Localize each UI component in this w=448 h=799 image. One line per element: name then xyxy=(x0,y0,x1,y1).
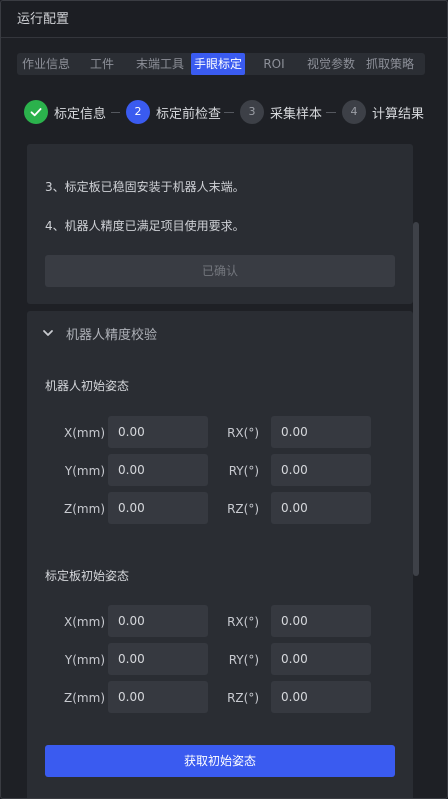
robot-accuracy-card: 机器人精度校验 机器人初始姿态 X(mm) 0.00 RX(°) 0.00 Y(… xyxy=(27,311,413,798)
board-rz-field[interactable]: 0.00 xyxy=(271,681,371,713)
tab-end-tool[interactable]: 末端工具 xyxy=(129,53,191,75)
step-connector xyxy=(111,112,120,113)
ry-label: RY(°) xyxy=(228,464,259,478)
board-y-field[interactable]: 0.00 xyxy=(108,643,208,675)
tab-grasp-strategy[interactable]: 抓取策略 xyxy=(359,53,421,75)
checklist-item: 3、标定板已稳固安装于机器人末端。 xyxy=(45,180,245,194)
calibration-content-scroll: 3、标定板已稳固安装于机器人末端。 4、机器人精度已满足项目使用要求。 已确认 … xyxy=(17,144,415,798)
z-label: Z(mm) xyxy=(64,691,105,705)
robot-z-field[interactable]: 0.00 xyxy=(108,492,208,524)
z-label: Z(mm) xyxy=(64,502,105,516)
rx-label: RX(°) xyxy=(227,615,259,629)
step-4-label: 计算结果 xyxy=(372,107,425,122)
rx-label: RX(°) xyxy=(227,426,259,440)
robot-pose-title: 机器人初始姿态 xyxy=(45,379,130,393)
robot-ry-field[interactable]: 0.00 xyxy=(271,454,371,486)
window-title: 运行配置 xyxy=(1,1,447,38)
step-2-number: 2 xyxy=(126,100,150,124)
robot-rx-field[interactable]: 0.00 xyxy=(271,416,371,448)
step-connector xyxy=(224,112,234,113)
rz-label: RZ(°) xyxy=(227,502,259,516)
scrollbar-thumb[interactable] xyxy=(413,222,419,576)
tab-workpiece[interactable]: 工件 xyxy=(75,53,129,75)
board-rx-field[interactable]: 0.00 xyxy=(271,605,371,637)
config-tabs: 作业信息 工件 末端工具 手眼标定 ROI 视觉参数 抓取策略 xyxy=(17,53,425,75)
ry-label: RY(°) xyxy=(228,653,259,667)
step-1-status xyxy=(24,100,48,124)
board-pose-title: 标定板初始姿态 xyxy=(45,569,130,583)
y-label: Y(mm) xyxy=(64,653,105,667)
robot-x-field[interactable]: 0.00 xyxy=(108,416,208,448)
step-4-number: 4 xyxy=(342,100,366,124)
board-x-field[interactable]: 0.00 xyxy=(108,605,208,637)
calibration-stepper: 标定信息 2 标定前检查 3 采集样本 4 计算结果 xyxy=(1,93,447,131)
accuracy-title: 机器人精度校验 xyxy=(66,328,158,343)
tab-hand-eye-calibration[interactable]: 手眼标定 xyxy=(191,53,245,75)
step-2-label: 标定前检查 xyxy=(156,107,222,122)
x-label: X(mm) xyxy=(64,426,105,440)
x-label: X(mm) xyxy=(64,615,105,629)
chevron-down-icon xyxy=(43,330,53,336)
confirmed-button[interactable]: 已确认 xyxy=(45,255,395,287)
step-1-label: 标定信息 xyxy=(54,107,107,122)
accuracy-header[interactable]: 机器人精度校验 xyxy=(27,311,413,355)
board-ry-field[interactable]: 0.00 xyxy=(271,643,371,675)
tab-roi[interactable]: ROI xyxy=(245,53,303,75)
checklist-item: 4、机器人精度已满足项目使用要求。 xyxy=(45,219,245,233)
step-connector xyxy=(326,112,336,113)
precheck-card: 3、标定板已稳固安装于机器人末端。 4、机器人精度已满足项目使用要求。 已确认 xyxy=(27,144,413,304)
content-scrollbar[interactable] xyxy=(413,144,421,798)
rz-label: RZ(°) xyxy=(227,691,259,705)
step-3-label: 采集样本 xyxy=(270,107,323,122)
tab-vision-params[interactable]: 视觉参数 xyxy=(303,53,359,75)
y-label: Y(mm) xyxy=(64,464,105,478)
check-icon xyxy=(30,108,42,117)
robot-y-field[interactable]: 0.00 xyxy=(108,454,208,486)
robot-rz-field[interactable]: 0.00 xyxy=(271,492,371,524)
get-initial-pose-button[interactable]: 获取初始姿态 xyxy=(45,745,395,777)
board-z-field[interactable]: 0.00 xyxy=(108,681,208,713)
run-config-window: 运行配置 作业信息 工件 末端工具 手眼标定 ROI 视觉参数 抓取策略 标定信… xyxy=(0,0,448,799)
step-3-number: 3 xyxy=(240,100,264,124)
tab-job-info[interactable]: 作业信息 xyxy=(17,53,75,75)
